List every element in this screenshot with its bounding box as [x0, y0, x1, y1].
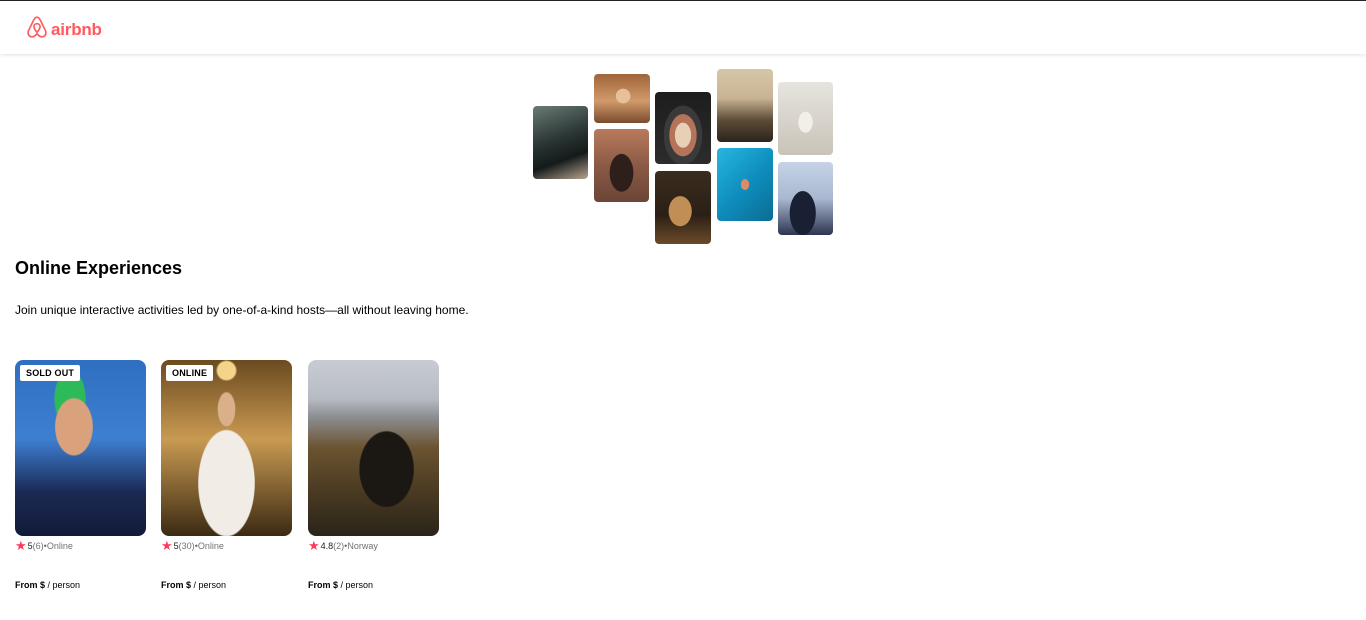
review-count: (2)	[333, 541, 345, 551]
price-suffix: / person	[338, 580, 374, 590]
review-count: (30)	[178, 541, 195, 551]
experience-card-3[interactable]: ★ 4.8 (2) •Norway From $ / person	[308, 360, 440, 590]
mountain-bike-photo	[308, 360, 439, 536]
online-badge: ONLINE	[166, 365, 214, 381]
price-label: From $ / person	[15, 580, 80, 590]
singer-portrait-photo	[778, 162, 833, 235]
experience-card-2[interactable]: ONLINE ★ 5 (30) •Online From $ / person	[161, 360, 293, 590]
price-label: From $ / person	[308, 580, 373, 590]
rating-value: 4.8	[320, 541, 334, 551]
experience-card-1[interactable]: SOLD OUT ★ 5 (6) •Online From $ / person	[15, 360, 147, 590]
price-prefix: From $	[161, 580, 192, 590]
price-suffix: / person	[45, 580, 81, 590]
location-label: •Online	[43, 541, 73, 551]
card-stats: ★ 5 (6) •Online	[15, 538, 73, 553]
swimmer-pool-photo	[717, 148, 773, 221]
music-mixer-photo	[717, 69, 773, 142]
review-count: (6)	[32, 541, 44, 551]
price-prefix: From $	[308, 580, 339, 590]
star-icon: ★	[15, 538, 27, 553]
woman-portrait-photo	[594, 74, 650, 123]
section-subtitle: Join unique interactive activities led b…	[15, 303, 469, 317]
swimmer-portrait-photo: SOLD OUT	[15, 360, 146, 536]
star-icon: ★	[161, 538, 173, 553]
guitar-player-photo	[655, 171, 711, 244]
card-stats: ★ 4.8 (2) •Norway	[308, 538, 378, 553]
section-title: Online Experiences	[15, 258, 183, 278]
price-suffix: / person	[191, 580, 227, 590]
hero-photo-collage	[0, 0, 1366, 250]
bride-portrait-photo: ONLINE	[161, 360, 292, 536]
fireplace-dancer-photo	[594, 129, 649, 202]
bowl-of-food-photo	[655, 92, 711, 164]
location-label: •Online	[194, 541, 224, 551]
yoga-woman-photo	[778, 82, 833, 155]
location-label: •Norway	[344, 541, 378, 551]
cooking-pots-photo	[533, 106, 588, 179]
star-icon: ★	[308, 538, 320, 553]
card-stats: ★ 5 (30) •Online	[161, 538, 224, 553]
sold-out-badge: SOLD OUT	[20, 365, 81, 381]
price-prefix: From $	[15, 580, 46, 590]
price-label: From $ / person	[161, 580, 226, 590]
